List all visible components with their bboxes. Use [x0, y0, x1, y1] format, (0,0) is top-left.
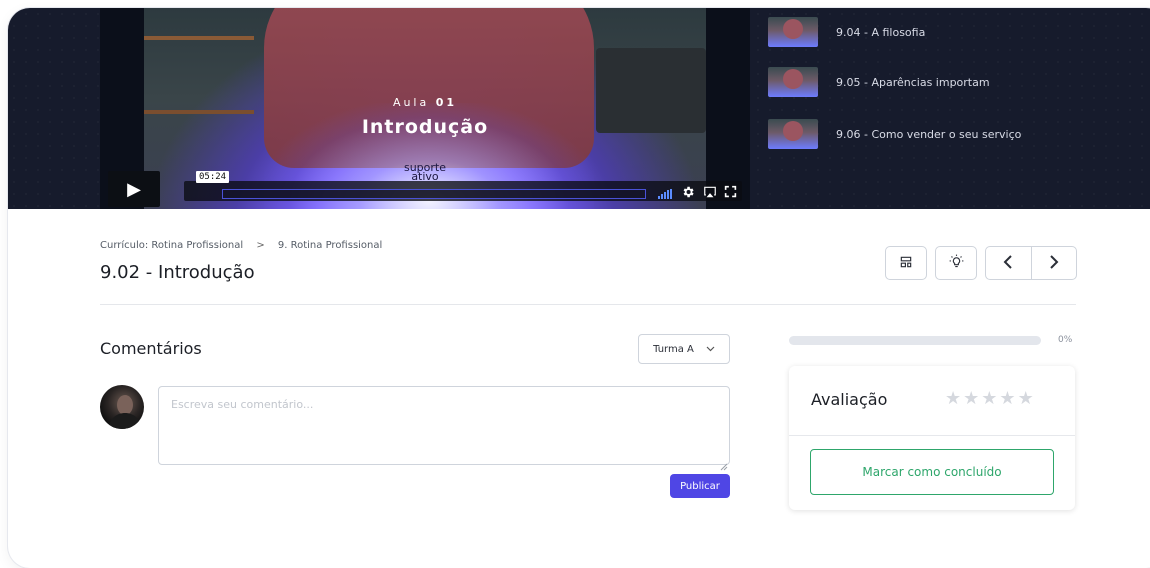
playlist-thumbnail [768, 67, 818, 97]
star-icon[interactable]: ★ [999, 388, 1015, 409]
airplay-icon[interactable] [702, 185, 718, 201]
playlist-item[interactable]: 9.06 - Como vender o seu serviço [768, 117, 1148, 151]
next-lesson-button[interactable] [1032, 247, 1077, 279]
playlist-item[interactable]: 9.04 - A filosofia [768, 15, 1148, 49]
video-time-tooltip: 05:24 [196, 171, 230, 183]
breadcrumb-curriculum[interactable]: Currículo: Rotina Profissional [100, 240, 243, 251]
focus-mode-button[interactable] [935, 246, 977, 280]
section-divider [100, 304, 1076, 305]
playlist-thumbnail [768, 119, 818, 149]
star-icon[interactable]: ★ [1018, 388, 1034, 409]
fullscreen-icon[interactable] [722, 185, 738, 201]
class-select[interactable]: Turma A [638, 334, 730, 364]
rating-stars: ★ ★ ★ ★ ★ [945, 388, 1034, 409]
avatar-image [108, 395, 142, 429]
mark-complete-button[interactable]: Marcar como concluído [810, 449, 1054, 495]
chevron-right-icon [1048, 254, 1060, 273]
resize-handle-icon[interactable] [720, 456, 728, 471]
star-icon[interactable]: ★ [981, 388, 997, 409]
volume-icon[interactable] [658, 189, 672, 199]
video-player[interactable]: Aula 01 Introdução suporte ativo ▶ 05:24 [100, 8, 750, 209]
video-timeline[interactable] [222, 189, 646, 199]
star-icon[interactable]: ★ [963, 388, 979, 409]
lesson-playlist: 9.04 - A filosofia 9.05 - Aparências imp… [768, 8, 1148, 209]
playlist-item-label: 9.05 - Aparências importam [836, 75, 990, 89]
layout-icon [899, 254, 913, 273]
breadcrumb-module[interactable]: 9. Rotina Profissional [278, 240, 382, 251]
progress-percent: 0% [1058, 335, 1073, 345]
class-select-value: Turma A [653, 343, 694, 355]
playlist-thumbnail [768, 17, 818, 47]
progress-bar [789, 336, 1041, 345]
playlist-item-label: 9.04 - A filosofia [836, 25, 926, 39]
publish-button[interactable]: Publicar [670, 474, 730, 498]
playlist-item-label: 9.06 - Como vender o seu serviço [836, 127, 1022, 141]
lesson-nav-group [985, 246, 1077, 280]
evaluation-title: Avaliação [811, 390, 888, 409]
aula-label-text: Aula [392, 96, 430, 109]
play-button[interactable]: ▶ [108, 171, 160, 207]
page-title: 9.02 - Introdução [100, 262, 255, 283]
previous-lesson-button[interactable] [986, 247, 1032, 279]
breadcrumb: Currículo: Rotina Profissional > 9. Roti… [100, 240, 382, 251]
evaluation-divider [789, 435, 1075, 436]
settings-icon[interactable] [680, 185, 696, 201]
chevron-left-icon [1002, 254, 1014, 273]
top-media-area: Aula 01 Introdução suporte ativo ▶ 05:24 [8, 8, 1150, 209]
playlist-item[interactable]: 9.05 - Aparências importam [768, 65, 1148, 99]
star-icon[interactable]: ★ [945, 388, 961, 409]
video-controls: ▶ 05:24 [108, 171, 742, 207]
lightbulb-icon [949, 254, 964, 273]
video-aula-label: Aula 01 [144, 96, 706, 109]
breadcrumb-separator: > [256, 240, 265, 251]
video-title-overlay: Introdução [361, 116, 489, 138]
play-icon: ▶ [127, 178, 141, 200]
page-frame: Aula 01 Introdução suporte ativo ▶ 05:24 [8, 8, 1150, 568]
comments-title: Comentários [100, 339, 202, 358]
chevron-down-icon [706, 344, 715, 355]
comment-input[interactable] [158, 386, 730, 465]
layout-button[interactable] [885, 246, 927, 280]
evaluation-card: Avaliação ★ ★ ★ ★ ★ Marcar como concluído [789, 366, 1075, 510]
avatar [100, 385, 144, 429]
aula-number: 01 [435, 96, 458, 109]
